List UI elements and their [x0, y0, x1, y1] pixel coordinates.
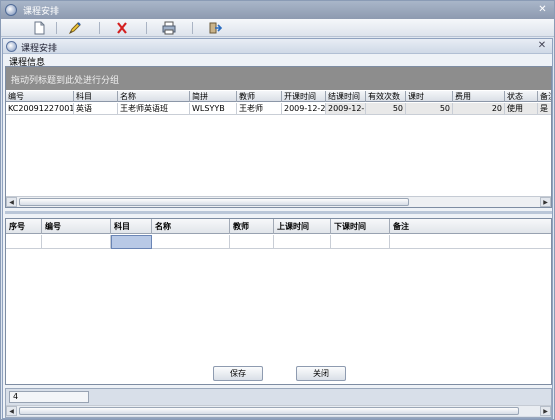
selected-cell[interactable]: [111, 235, 152, 249]
scroll-left-arrow-icon[interactable]: ◀: [6, 197, 17, 207]
close-button[interactable]: 关闭: [296, 366, 346, 381]
course-grid-header: 编号 科目 名称 简拼 教师 开课时间 结课时间 有效次数 课时 费用 状态 备…: [6, 91, 551, 102]
table-cell[interactable]: 使用: [505, 103, 538, 115]
record-count-box: 4: [9, 391, 89, 403]
toolbar-separator: [192, 22, 193, 34]
app-icon: [5, 4, 17, 16]
toolbar-separator: [146, 22, 147, 34]
schedule-grid: 序号 编号 科目 名称 教师 上课时间 下课时间 备注 保存 关闭: [5, 218, 552, 385]
table-cell[interactable]: 王老师英语班: [118, 103, 190, 115]
column-header[interactable]: 教师: [230, 219, 274, 234]
window-titlebar[interactable]: 课程安排 ✕: [1, 1, 554, 19]
column-header[interactable]: 教师: [237, 91, 282, 102]
column-header[interactable]: 备注: [390, 219, 551, 234]
table-cell[interactable]: 2009-12-27: [282, 103, 326, 115]
panel-icon: [6, 41, 17, 52]
window-title: 课程安排: [23, 7, 60, 17]
group-hint: 拖动列标题到此处进行分组: [11, 76, 120, 86]
course-panel: 课程安排 ✕ 课程信息 拖动列标题到此处进行分组 编号 科目 名称 简拼 教师 …: [2, 38, 553, 419]
table-cell[interactable]: 王老师: [237, 103, 282, 115]
table-cell[interactable]: [42, 235, 111, 249]
scroll-right-arrow-icon[interactable]: ▶: [540, 197, 551, 207]
table-cell[interactable]: WLSYYB: [190, 103, 237, 115]
table-cell[interactable]: 2009-12-27: [326, 103, 366, 115]
splitter[interactable]: [5, 211, 552, 214]
panel-header: 课程安排 ✕: [3, 39, 552, 54]
table-cell[interactable]: 英语: [74, 103, 118, 115]
window-close-icon[interactable]: ✕: [536, 3, 549, 16]
panel-close-icon[interactable]: ✕: [536, 40, 548, 52]
panel-title: 课程安排: [21, 44, 58, 54]
course-grid: 拖动列标题到此处进行分组 编号 科目 名称 简拼 教师 开课时间 结课时间 有效…: [5, 66, 552, 208]
column-header[interactable]: 下课时间: [331, 219, 390, 234]
bottom-bar: 4 ◀ ▶: [5, 388, 552, 418]
column-header[interactable]: 费用: [453, 91, 505, 102]
column-header[interactable]: 开课时间: [282, 91, 326, 102]
course-grid-hscrollbar[interactable]: ◀ ▶: [6, 196, 551, 207]
table-cell[interactable]: 50: [406, 103, 453, 115]
toolbar: [1, 19, 554, 37]
save-button[interactable]: 保存: [213, 366, 263, 381]
scroll-thumb[interactable]: [19, 407, 519, 415]
column-header[interactable]: 状态: [505, 91, 538, 102]
toolbar-separator: [56, 22, 57, 34]
column-header[interactable]: 备注: [538, 91, 551, 102]
schedule-grid-header: 序号 编号 科目 名称 教师 上课时间 下课时间 备注: [6, 219, 551, 234]
column-header[interactable]: 名称: [152, 219, 230, 234]
table-cell[interactable]: 20: [453, 103, 505, 115]
table-cell[interactable]: [390, 235, 551, 249]
table-cell[interactable]: 50: [366, 103, 406, 115]
table-cell[interactable]: [274, 235, 331, 249]
table-cell[interactable]: [331, 235, 390, 249]
toolbar-separator: [99, 22, 100, 34]
table-cell[interactable]: [6, 235, 42, 249]
red-x-icon[interactable]: [114, 21, 130, 35]
scroll-left-arrow-icon[interactable]: ◀: [6, 406, 17, 416]
pencil-icon[interactable]: [67, 21, 83, 35]
column-header[interactable]: 科目: [111, 219, 152, 234]
table-cell[interactable]: 是: [538, 103, 551, 115]
table-row[interactable]: [6, 235, 551, 249]
table-cell[interactable]: [152, 235, 230, 249]
column-header[interactable]: 结课时间: [326, 91, 366, 102]
column-header[interactable]: 上课时间: [274, 219, 331, 234]
group-by-area[interactable]: 拖动列标题到此处进行分组: [6, 67, 551, 90]
column-header[interactable]: 编号: [42, 219, 111, 234]
table-cell[interactable]: [230, 235, 274, 249]
column-header[interactable]: 序号: [6, 219, 42, 234]
table-row[interactable]: KC20091227001 英语 王老师英语班 WLSYYB 王老师 2009-…: [6, 103, 551, 115]
printer-icon[interactable]: [161, 21, 177, 35]
exit-icon[interactable]: [207, 21, 223, 35]
scroll-right-arrow-icon[interactable]: ▶: [540, 406, 551, 416]
table-cell[interactable]: KC20091227001: [6, 103, 74, 115]
column-header[interactable]: 名称: [118, 91, 190, 102]
column-header[interactable]: 有效次数: [366, 91, 406, 102]
main-window: 课程安排 ✕ 课程安排 ✕ 课程信息 拖动列标题到此处进行分组 编号 科目 名称…: [0, 0, 555, 420]
column-header[interactable]: 科目: [74, 91, 118, 102]
scroll-thumb[interactable]: [19, 198, 409, 206]
column-header[interactable]: 课时: [406, 91, 453, 102]
column-header[interactable]: 简拼: [190, 91, 237, 102]
bottom-hscrollbar[interactable]: ◀ ▶: [6, 405, 551, 416]
new-document-icon[interactable]: [31, 21, 47, 35]
column-header[interactable]: 编号: [6, 91, 74, 102]
